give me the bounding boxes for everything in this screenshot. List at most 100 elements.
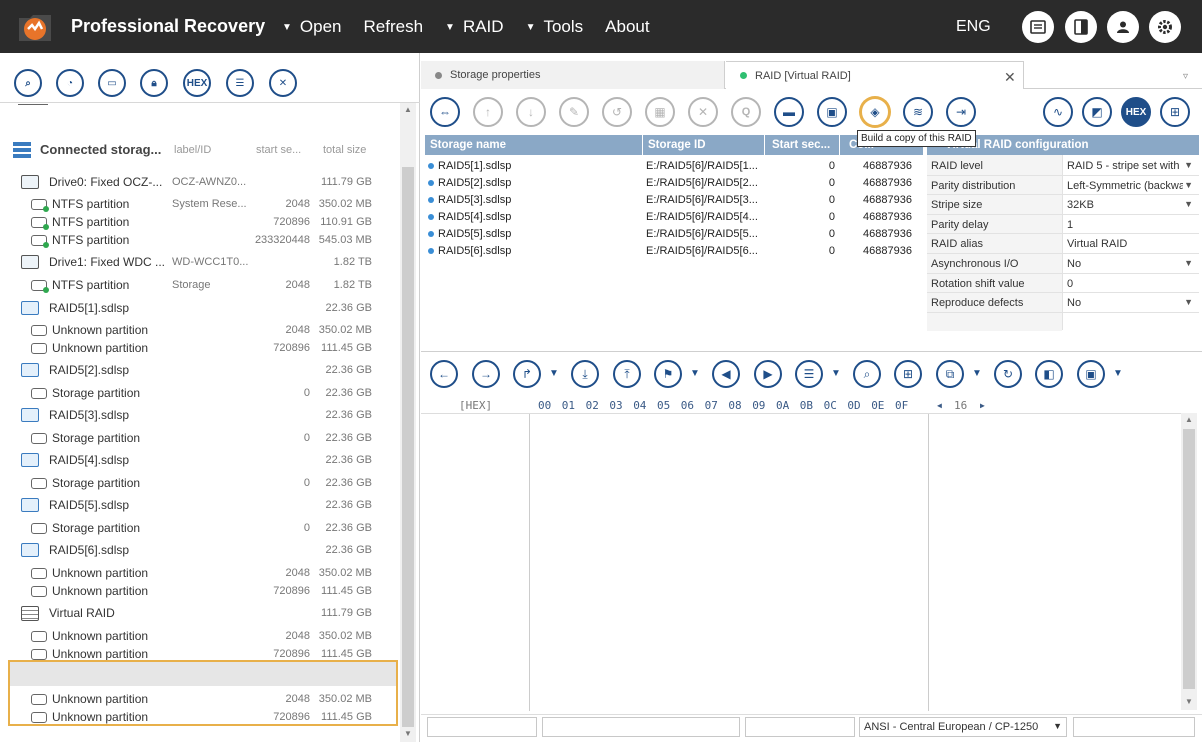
search-button[interactable]: ⌕ [14,69,42,97]
tree-storage-row[interactable]: Drive0: Fixed OCZ-... OCZ-AWNZ0... 111.79 … [0,173,400,191]
tab-menu-icon[interactable]: ▿ [1183,71,1188,82]
save-button[interactable]: ▣ [1077,360,1105,388]
tree-partition-row[interactable]: NTFS partition System Rese... 2048 350.02 M… [0,195,400,213]
upload-button[interactable]: ⤒ [613,360,641,388]
tree-partition-row[interactable]: NTFS partition Storage 2048 1.82 TB [0,276,400,294]
tree-storage-row[interactable]: RAID5[1].sdlsp 22.36 GB [0,299,400,317]
chevron-down-icon[interactable]: ▼ [1184,160,1193,170]
tree-partition-row[interactable]: NTFS partition 233320448 545.03 MB [0,231,400,249]
scroll-up-icon[interactable]: ▲ [404,105,412,114]
width-value[interactable]: 16 [954,399,967,412]
config-row[interactable]: Parity distribution Left-Symmetric (backw… [927,176,1199,196]
tree-partition-row[interactable]: Unknown partition 2048 350.02 MB [0,627,400,645]
next-bookmark-button[interactable]: ▶ [754,360,782,388]
menu-raid[interactable]: ▼ RAID [445,17,526,37]
menu-open[interactable]: ▼ Open [282,17,364,37]
config-row[interactable]: Stripe size 32KB ▼ [927,195,1199,215]
jump-button[interactable]: ↱ [513,360,541,388]
tree-partition-row[interactable]: Storage partition 0 22.36 GB [0,519,400,537]
language-selector[interactable]: ENG [956,18,991,36]
tree-storage-row[interactable]: RAID5[6].sdlsp 22.36 GB [0,541,400,559]
find-button[interactable]: ⌕ [853,360,881,388]
tree-scrollbar[interactable]: ▲ ▼ [400,103,416,742]
decrease-width-icon[interactable]: ◀ [937,401,942,410]
drive-button[interactable]: ▭ [98,69,126,97]
table-row[interactable]: RAID5[1].sdlsp E:/RAID5[6]/RAID5[1... 0 468… [425,158,923,175]
forward-button[interactable]: → [472,360,500,388]
tree-partition-row[interactable]: Storage partition 0 22.36 GB [0,474,400,492]
close-button[interactable]: ✕ [269,69,297,97]
tree-storage-row[interactable]: RAID5[5].sdlsp 22.36 GB [0,496,400,514]
increase-width-icon[interactable]: ▶ [980,401,985,410]
chevron-down-icon[interactable]: ▼ [1184,297,1193,307]
hex-view-button[interactable]: HEX [1121,97,1151,127]
prev-bookmark-button[interactable]: ◀ [712,360,740,388]
move-down-button[interactable]: ↓ [516,97,546,127]
menu-about[interactable]: About [605,17,671,37]
layers-button[interactable]: ≋ [903,97,933,127]
panel-button[interactable]: ◧ [1035,360,1063,388]
raid-add-button[interactable]: ⇔ [430,97,460,127]
download-button[interactable]: ⤓ [571,360,599,388]
chip-button[interactable]: ▦ [645,97,675,127]
tree-partition-row[interactable]: Storage partition 0 22.36 GB [0,384,400,402]
back-button[interactable]: ← [430,360,458,388]
copy-button[interactable]: ⧉ [936,360,964,388]
tab-storage-properties[interactable]: Storage properties [421,61,725,89]
tab-close-icon[interactable]: ✕ [1004,69,1016,86]
table-row[interactable]: RAID5[3].sdlsp E:/RAID5[6]/RAID5[3... 0 468… [425,192,923,209]
edit-button[interactable]: ✎ [559,97,589,127]
chevron-down-icon[interactable]: ▼ [1184,199,1193,209]
tree-storage-row[interactable]: Drive1: Fixed WDC ... WD-WCC1T0... 1.82 TB [0,253,400,271]
list-dropdown-icon[interactable]: ▼ [831,368,841,379]
bookmark-dropdown-icon[interactable]: ▼ [690,368,700,379]
scroll-up-icon[interactable]: ▲ [1185,415,1193,424]
table-row[interactable]: RAID5[5].sdlsp E:/RAID5[6]/RAID5[5... 0 468… [425,226,923,243]
chevron-down-icon[interactable]: ▼ [1184,180,1193,190]
export-button[interactable]: ⇥ [946,97,976,127]
hex-scrollbar[interactable]: ▲ ▼ [1181,413,1197,710]
hex-view[interactable] [421,413,1197,711]
chevron-down-icon[interactable]: ▼ [1184,258,1193,268]
tree-storage-row[interactable]: RAID5[3].sdlsp 22.36 GB [0,406,400,424]
encoding-select[interactable]: ANSI - Central European / CP-1250 ▼ [859,717,1067,737]
tree-storage-row[interactable]: RAID5[2].sdlsp 22.36 GB [0,361,400,379]
hex-button[interactable]: HEX [183,69,211,97]
tree-storage-row[interactable]: Virtual RAID111.79 GB [0,604,400,622]
table-row[interactable]: RAID5[4].sdlsp E:/RAID5[6]/RAID5[4... 0 468… [425,209,923,226]
config-row[interactable]: Reproduce defects No ▼ [927,293,1199,313]
user-icon[interactable] [1107,11,1139,43]
scroll-down-icon[interactable]: ▼ [404,729,412,738]
tree-partition-row[interactable]: Unknown partition 720896 111.45 GB [0,582,400,600]
tree-partition-row[interactable]: NTFS partition 720896 110.91 GB [0,213,400,231]
config-row[interactable]: RAID level RAID 5 - stripe set with ▼ [927,156,1199,176]
tree-partition-row[interactable]: Unknown partition 2048 350.02 MB [0,321,400,339]
save-dropdown-icon[interactable]: ▼ [1113,368,1123,379]
table-row[interactable]: RAID5[6].sdlsp E:/RAID5[6]/RAID5[6... 0 468… [425,243,923,260]
menu-tools[interactable]: ▼ Tools [526,17,606,37]
tree-partition-row[interactable]: Unknown partition 720896 111.45 GB [0,339,400,357]
build-copy-button[interactable]: ◈ [860,97,890,127]
remove-button[interactable]: ✕ [688,97,718,127]
gear-icon[interactable] [1149,11,1181,43]
refresh-button[interactable]: ↻ [994,360,1022,388]
tree-storage-row[interactable]: RAID5[4].sdlsp 22.36 GB [0,451,400,469]
undo-button[interactable]: ↺ [602,97,632,127]
scan-button[interactable]: ◔ [56,69,84,97]
menu-refresh[interactable]: Refresh [364,17,446,37]
move-up-button[interactable]: ↑ [473,97,503,127]
query-button[interactable]: Q [731,97,761,127]
list-button[interactable]: ☰ [795,360,823,388]
list-button[interactable]: ☰ [226,69,254,97]
config-row[interactable]: Asynchronous I/O No ▼ [927,254,1199,274]
tree-partition-row[interactable]: Unknown partition 2048 350.02 MB [0,564,400,582]
jump-dropdown-icon[interactable]: ▼ [549,368,559,379]
panel-toggle-icon[interactable] [1065,11,1097,43]
tab-raid-virtual[interactable]: RAID [Virtual RAID] [726,61,1024,89]
grid-view-button[interactable]: ⊞ [1160,97,1190,127]
open-folder-button[interactable]: ▬ [774,97,804,127]
chart-button[interactable]: ◩ [1082,97,1112,127]
config-row[interactable]: Rotation shift value 0 [927,274,1199,294]
lock-button[interactable]: 🔒︎ [140,69,168,97]
save-button[interactable]: ▣ [817,97,847,127]
